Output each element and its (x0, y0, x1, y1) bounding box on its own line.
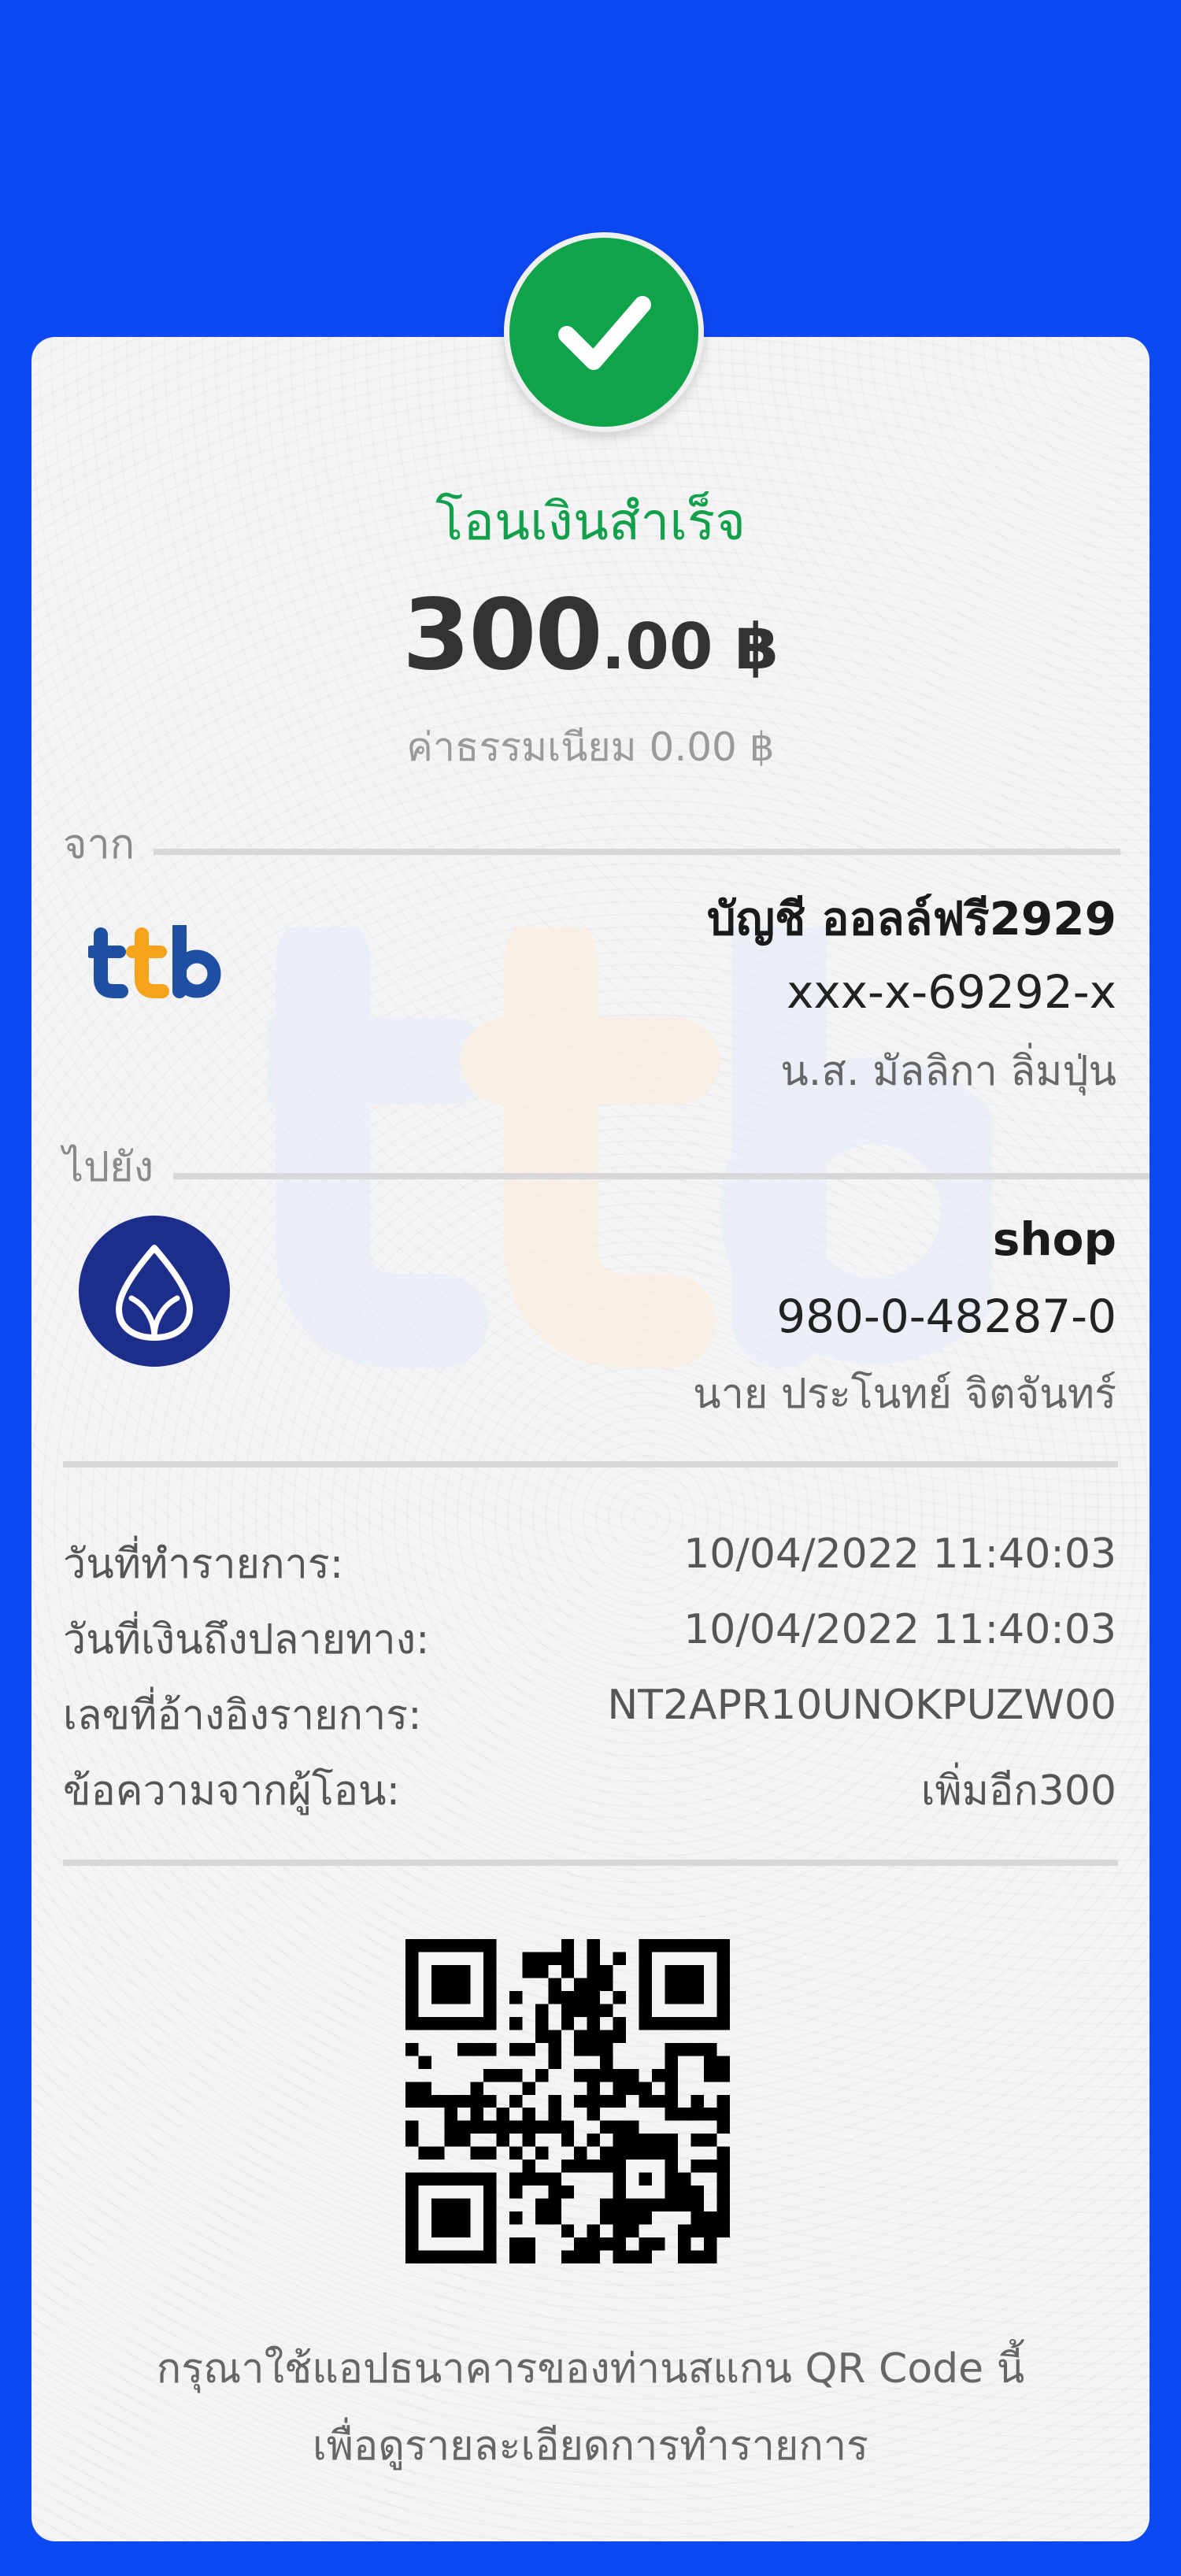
detail-value: 10/04/2022 11:40:03 (683, 1530, 1116, 1578)
detail-value: NT2APR10UNOKPUZW00 (607, 1682, 1116, 1729)
details-divider-bottom (63, 1860, 1118, 1866)
to-account-number: 980-0-48287-0 (776, 1290, 1116, 1343)
qr-instruction: กรุณาใช้แอปธนาคารของท่านสแกน QR Code นี้… (0, 2330, 1181, 2485)
detail-key: เลขที่อ้างอิงรายการ: (63, 1692, 422, 1739)
amount-decimals: .00 ฿ (601, 610, 779, 683)
detail-key: ข้อความจากผู้โอน: (63, 1767, 401, 1815)
qr-code[interactable] (405, 1939, 730, 2263)
ttb-logo-icon (88, 925, 221, 998)
details-divider-top (63, 1461, 1118, 1468)
detail-value: 10/04/2022 11:40:03 (683, 1606, 1116, 1653)
from-account-owner: น.ส. มัลลิกา ลิ่มปุ่น (780, 1048, 1116, 1095)
from-account-number: xxx-x-69292-x (787, 965, 1116, 1019)
bangkok-bank-logo (79, 1216, 230, 1367)
qr-instruction-line1: กรุณาใช้แอปธนาคารของท่านสแกน QR Code นี้ (156, 2345, 1025, 2393)
transfer-status: โอนเงินสำเร็จ (435, 491, 746, 552)
detail-key: วันที่เงินถึงปลายทาง: (63, 1616, 430, 1664)
detail-value: เพิ่มอีก300 (920, 1767, 1116, 1815)
from-label: จาก (63, 821, 135, 868)
amount-main: 300 (402, 579, 603, 692)
qr-instruction-line2: เพื่อดูรายละเอียดการทำรายการ (313, 2422, 868, 2470)
to-divider (173, 1173, 1150, 1179)
from-divider (154, 849, 1120, 855)
fee-text: ค่าธรรมเนียม 0.00 ฿ (406, 724, 775, 770)
to-label: ไปยัง (63, 1144, 154, 1191)
from-account-name: บัญชี ออลล์ฟรี2929 (706, 892, 1116, 946)
to-account-name: shop (992, 1212, 1116, 1266)
lotus-leaf-icon (116, 1245, 193, 1341)
success-badge (504, 232, 704, 432)
transfer-amount: 300.00 ฿ (0, 579, 1181, 692)
receipt-screen: { "status": { "title": "โอนเงินสำเร็จ", … (0, 0, 1181, 2576)
to-account-owner: นาย ประโนทย์ จิตจันทร์ (693, 1371, 1116, 1418)
detail-key: วันที่ทำรายการ: (63, 1541, 344, 1588)
check-icon (558, 296, 651, 370)
